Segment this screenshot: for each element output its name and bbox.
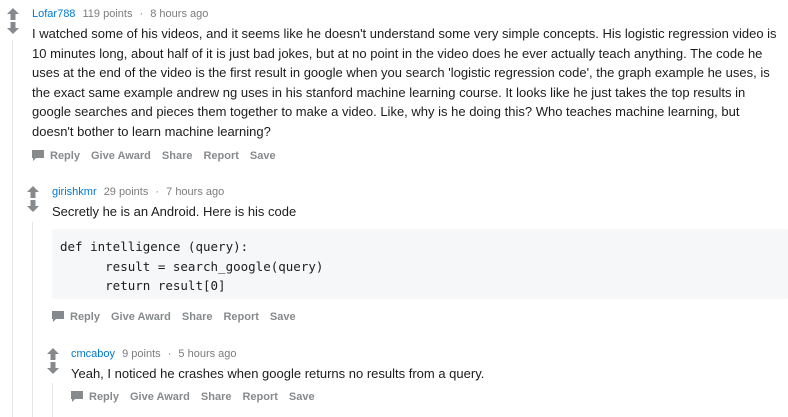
- report-button[interactable]: Report: [223, 311, 258, 323]
- comment-body: I watched some of his videos, and it see…: [32, 26, 777, 139]
- save-button[interactable]: Save: [270, 311, 296, 323]
- upvote-arrow-icon[interactable]: [46, 347, 60, 361]
- comment-meta: cmcaboy 9 points · 5 hours ago: [71, 348, 237, 360]
- downvote-arrow-icon[interactable]: [26, 199, 40, 213]
- reply-label: Reply: [50, 149, 80, 162]
- username-link[interactable]: girishkmr: [52, 186, 97, 198]
- reply-bubble-icon: [71, 391, 83, 402]
- share-button[interactable]: Share: [201, 391, 232, 403]
- points-text: 119 points: [82, 8, 133, 20]
- save-button[interactable]: Save: [289, 391, 315, 403]
- points-text: 9 points: [122, 348, 161, 360]
- comment-meta: Lofar788 119 points · 8 hours ago: [32, 8, 208, 20]
- points-text: 29 points: [103, 186, 149, 198]
- report-button[interactable]: Report: [242, 391, 277, 403]
- vote-column: [46, 347, 60, 375]
- comment-meta: girishkmr 29 points · 7 hours ago: [52, 186, 224, 198]
- vote-column: [26, 185, 40, 213]
- give-award-button[interactable]: Give Award: [130, 391, 190, 403]
- share-button[interactable]: Share: [162, 150, 193, 162]
- code-block: def intelligence (query): result = searc…: [52, 229, 788, 299]
- reply-label: Reply: [89, 390, 119, 403]
- timestamp[interactable]: 5 hours ago: [178, 348, 236, 360]
- downvote-arrow-icon[interactable]: [46, 361, 60, 375]
- vote-column: [6, 7, 20, 35]
- thread-line-level3[interactable]: [52, 383, 53, 417]
- reply-button[interactable]: Reply: [51, 310, 100, 323]
- username-link[interactable]: Lofar788: [32, 8, 75, 20]
- report-button[interactable]: Report: [203, 150, 238, 162]
- comment-actions: Reply Give Award Share Report Save: [70, 390, 326, 403]
- reply-button[interactable]: Reply: [31, 149, 80, 162]
- meta-separator: ·: [139, 8, 144, 20]
- comment-body: Yeah, I noticed he crashes when google r…: [71, 366, 485, 381]
- meta-separator: ·: [167, 348, 172, 360]
- comment-actions: Reply Give Award Share Report Save: [51, 310, 307, 323]
- thread-line-level2[interactable]: [32, 222, 33, 417]
- reply-bubble-icon: [52, 311, 64, 322]
- thread-line-level1[interactable]: [12, 40, 13, 417]
- timestamp[interactable]: 7 hours ago: [166, 186, 224, 198]
- share-button[interactable]: Share: [182, 311, 213, 323]
- timestamp[interactable]: 8 hours ago: [150, 8, 208, 20]
- upvote-arrow-icon[interactable]: [6, 7, 20, 21]
- downvote-arrow-icon[interactable]: [6, 21, 20, 35]
- reply-bubble-icon: [32, 150, 44, 161]
- reply-button[interactable]: Reply: [70, 390, 119, 403]
- comment-body: Secretly he is an Android. Here is his c…: [52, 204, 297, 219]
- username-link[interactable]: cmcaboy: [71, 348, 115, 360]
- reply-label: Reply: [70, 310, 100, 323]
- meta-separator: ·: [155, 186, 160, 198]
- upvote-arrow-icon[interactable]: [26, 185, 40, 199]
- give-award-button[interactable]: Give Award: [91, 150, 151, 162]
- save-button[interactable]: Save: [250, 150, 276, 162]
- comment-actions: Reply Give Award Share Report Save: [31, 149, 287, 162]
- give-award-button[interactable]: Give Award: [111, 311, 171, 323]
